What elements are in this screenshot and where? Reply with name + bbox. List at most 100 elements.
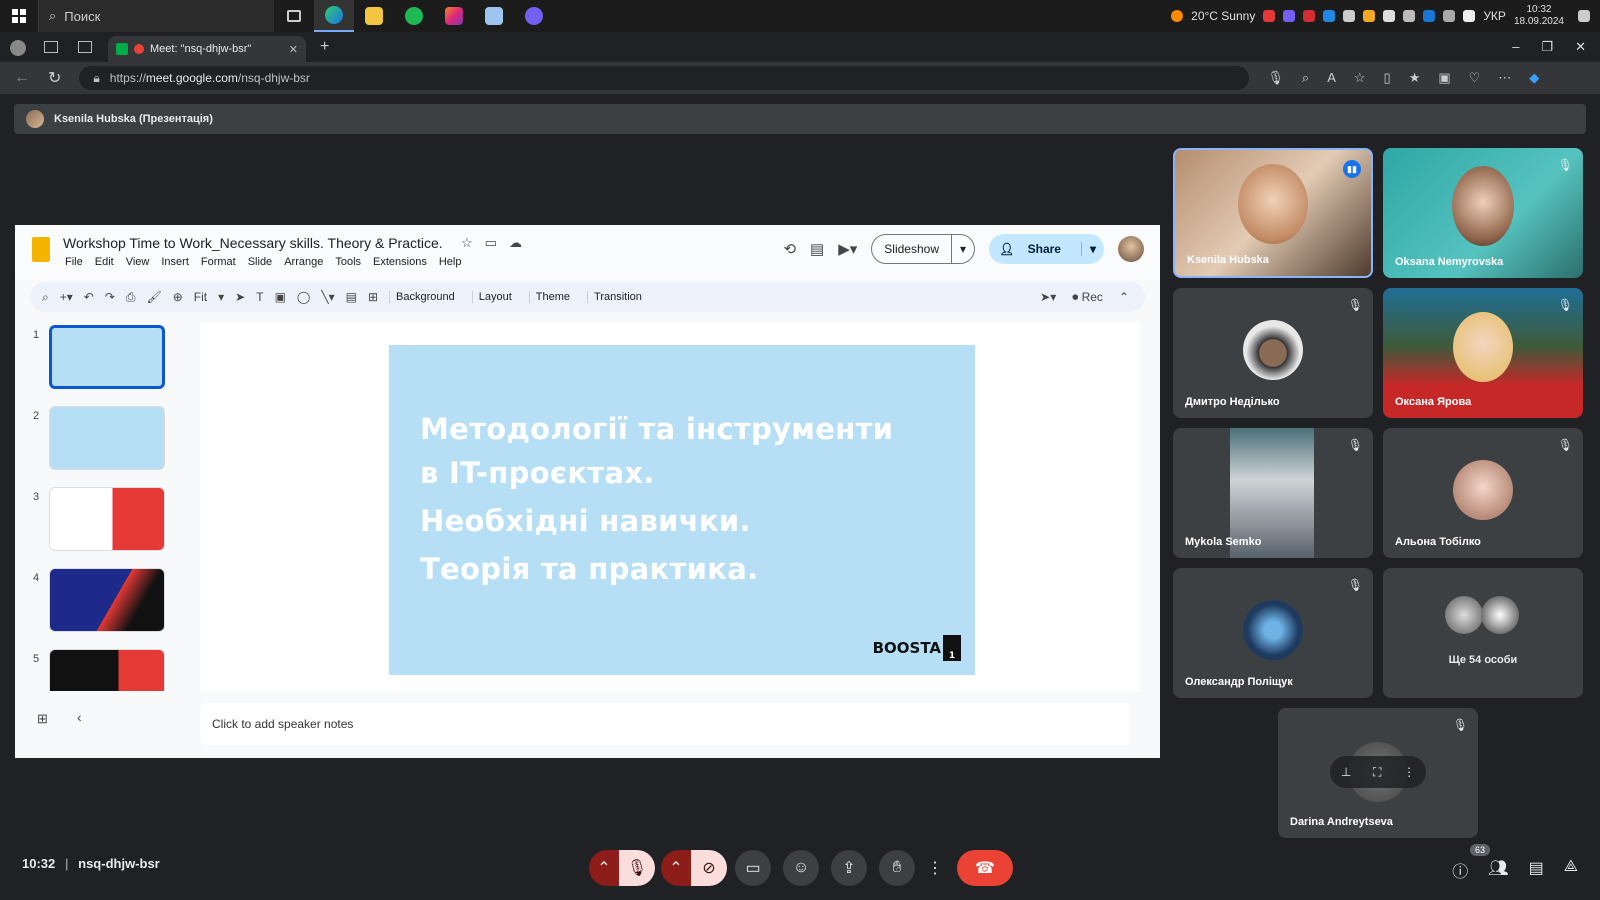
pin-icon[interactable]: ⊥ <box>1341 765 1351 779</box>
version-history-icon[interactable]: ⟲ <box>783 240 796 258</box>
select-cursor-icon[interactable]: ➤ <box>235 290 245 304</box>
people-icon[interactable]: 👥︎ <box>1488 858 1508 882</box>
slide-thumb[interactable] <box>49 487 165 551</box>
tray-shield-icon[interactable] <box>1303 10 1316 22</box>
rec-button[interactable]: ⏺︎ Rec <box>1072 290 1103 305</box>
undo-icon[interactable]: ↶ <box>84 290 94 304</box>
collapse-filmstrip-icon[interactable]: ‹ <box>77 709 82 725</box>
profile-icon[interactable] <box>10 40 26 56</box>
participant-tile[interactable]: 🎙︎ ⊥ ⛶ ⋮ Darina Andreytseva <box>1278 708 1478 838</box>
redo-icon[interactable]: ↷ <box>105 290 115 304</box>
close-window-icon[interactable]: ✕ <box>1575 39 1586 55</box>
battery-icon[interactable] <box>1463 10 1476 22</box>
background-button[interactable]: Background <box>389 291 461 303</box>
extensions-icon[interactable]: ♡ <box>1469 70 1481 86</box>
more-options-icon[interactable]: ⋮ <box>925 850 945 886</box>
present-screen-icon[interactable]: ⇪ <box>831 850 867 886</box>
taskbar-clock[interactable]: 10:32 18.09.2024 <box>1514 4 1564 28</box>
more-participants-tile[interactable]: Ще 54 особи <box>1383 568 1583 698</box>
chevron-down-icon[interactable]: ▾ <box>951 234 974 264</box>
notifications-icon[interactable] <box>1578 10 1590 22</box>
mic-toggle-button[interactable]: 🎙︎ <box>619 850 655 886</box>
thumbnail-slide-4[interactable]: 4 <box>31 568 181 632</box>
restore-icon[interactable]: ❐ <box>1541 39 1553 55</box>
text-box-icon[interactable]: T <box>256 290 263 304</box>
insert-image-icon[interactable]: ▣ <box>275 290 286 304</box>
participant-tile[interactable]: 🎙︎ Oksana Nemyrovska <box>1383 148 1583 278</box>
favorites-icon[interactable]: ★ <box>1409 70 1421 86</box>
bluetooth-icon[interactable] <box>1423 10 1436 22</box>
search-menus-icon[interactable]: ⌕ <box>42 290 49 305</box>
tray-tool-icon[interactable] <box>1363 10 1376 22</box>
end-call-button[interactable]: ☎︎ <box>957 850 1013 886</box>
captions-icon[interactable]: ▭ <box>735 850 771 886</box>
fullscreen-icon[interactable]: ⛶ <box>1373 765 1381 780</box>
instagram-icon[interactable] <box>434 0 474 32</box>
chevron-down-icon[interactable]: ▾ <box>218 290 224 304</box>
menu-insert[interactable]: Insert <box>161 256 189 268</box>
viber-icon[interactable] <box>514 0 554 32</box>
video-settings-chevron-icon[interactable]: ⌃ <box>661 850 691 886</box>
close-tab-icon[interactable]: ✕ <box>289 43 298 56</box>
grid-view-icon[interactable]: ⊞ <box>37 711 48 727</box>
document-title[interactable]: Workshop Time to Work_Necessary skills. … <box>63 235 443 251</box>
edge-app-icon[interactable] <box>314 0 354 32</box>
participant-tile[interactable]: 🎙︎ Дмитро Неділько <box>1173 288 1373 418</box>
thumbnail-slide-2[interactable]: 2 <box>31 406 181 470</box>
comments-icon[interactable]: ▤ <box>810 240 824 258</box>
file-explorer-icon[interactable] <box>354 0 394 32</box>
volume-muted-icon[interactable] <box>1443 10 1456 22</box>
collapse-toolbar-icon[interactable]: ⌃ <box>1119 290 1129 304</box>
meeting-details-icon[interactable]: ⓘ <box>1452 858 1468 882</box>
thumbnail-slide-5[interactable]: 5 <box>31 649 181 691</box>
tray-app-icon[interactable] <box>1263 10 1276 22</box>
minimize-icon[interactable]: – <box>1512 39 1519 55</box>
participant-tile[interactable]: 🎙︎ Олександр Поліщук <box>1173 568 1373 698</box>
slide-thumb[interactable] <box>49 325 165 389</box>
shape-icon[interactable]: ◯ <box>297 290 310 304</box>
chat-icon[interactable]: ▤ <box>1529 858 1544 882</box>
share-button[interactable]: 👤︎ Share ▾ <box>989 234 1104 264</box>
participant-tile[interactable]: 🎙︎ Альона Тобілко <box>1383 428 1583 558</box>
slide-thumb[interactable] <box>49 406 165 470</box>
split-screen-icon[interactable]: ▯ <box>1384 70 1391 86</box>
paint-format-icon[interactable]: 🖌︎ <box>147 290 162 304</box>
zoom-icon[interactable]: ⊕ <box>173 290 183 304</box>
slides-logo-icon[interactable] <box>32 237 50 262</box>
copilot-icon[interactable]: ◆ <box>1529 70 1539 86</box>
zoom-icon[interactable]: ⌕ <box>1302 70 1309 86</box>
slideshow-button[interactable]: Slideshow ▾ <box>871 234 976 264</box>
new-tab-icon[interactable]: + <box>320 38 329 56</box>
menu-file[interactable]: File <box>65 256 83 268</box>
tab-meet[interactable]: Meet: "nsq-dhjw-bsr" ✕ <box>108 36 306 62</box>
thumbnail-slide-3[interactable]: 3 <box>31 487 181 551</box>
language-indicator[interactable]: УКР <box>1483 9 1506 23</box>
participant-tile[interactable]: 🎙︎ Оксана Ярова <box>1383 288 1583 418</box>
menu-edit[interactable]: Edit <box>95 256 114 268</box>
tab-actions-icon[interactable] <box>78 41 92 53</box>
theme-button[interactable]: Theme <box>528 291 576 303</box>
workspaces-icon[interactable] <box>44 41 58 53</box>
cloud-status-icon[interactable]: ☁︎ <box>509 235 522 251</box>
move-folder-icon[interactable]: ▭ <box>485 235 497 251</box>
tray-chrome-icon[interactable] <box>1323 10 1336 22</box>
favorite-star-icon[interactable]: ☆ <box>1354 70 1366 86</box>
camera-toggle-button[interactable]: ⊘ <box>691 850 727 886</box>
star-icon[interactable]: ☆ <box>461 235 473 251</box>
raise-hand-icon[interactable]: ✋︎ <box>879 850 915 886</box>
spotify-icon[interactable] <box>394 0 434 32</box>
menu-arrange[interactable]: Arrange <box>284 256 323 268</box>
speaker-notes-field[interactable]: Click to add speaker notes <box>200 703 1130 745</box>
video-icon[interactable]: ▤ <box>346 290 357 304</box>
emoji-reactions-icon[interactable]: ☺ <box>783 850 819 886</box>
account-avatar[interactable] <box>1118 236 1144 262</box>
mic-permission-icon[interactable]: 🎙︎ <box>1267 70 1284 86</box>
wifi-icon[interactable] <box>1403 10 1416 22</box>
refresh-icon[interactable]: ↻ <box>48 68 61 88</box>
chevron-down-icon[interactable]: ▾ <box>1080 242 1104 256</box>
activities-icon[interactable]: ⟁ <box>1564 858 1578 882</box>
windows-start-icon[interactable] <box>0 0 38 32</box>
menu-tools[interactable]: Tools <box>335 256 361 268</box>
transition-button[interactable]: Transition <box>587 291 648 303</box>
zoom-select[interactable]: Fit <box>194 290 207 304</box>
